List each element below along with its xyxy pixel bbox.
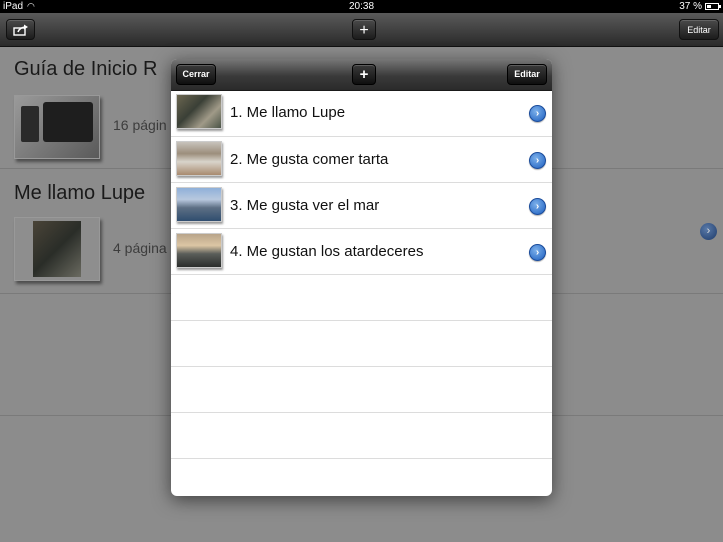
add-book-button[interactable]: + [352, 19, 376, 40]
book-title: Guía de Inicio R [14, 58, 158, 80]
empty-row [171, 321, 552, 367]
close-button[interactable]: Cerrar [176, 64, 216, 85]
page-count: 4 página [113, 240, 167, 256]
empty-row [171, 275, 552, 321]
clock: 20:38 [348, 1, 375, 12]
edit-pages-button[interactable]: Editar [507, 64, 547, 85]
page-count: 16 págin [113, 117, 167, 133]
page-title: 2. Me gusta comer tarta [230, 151, 389, 168]
page-thumbnail [176, 94, 222, 129]
disclosure-icon[interactable]: › [700, 223, 717, 240]
battery-percent: 37 % [679, 1, 702, 12]
disclosure-icon[interactable]: › [529, 105, 546, 122]
page-title: 3. Me gusta ver el mar [230, 197, 380, 214]
popover-toolbar: Cerrar + Editar [171, 59, 552, 91]
page-thumbnail [176, 187, 222, 222]
book-title: Me llamo Lupe [14, 182, 146, 204]
page-row[interactable]: 4. Me gustan los atardeceres › [171, 229, 552, 275]
page-row[interactable]: 1. Me llamo Lupe › [171, 90, 552, 137]
pages-popover: Cerrar + Editar 1. Me llamo Lupe › 2. Me… [171, 59, 552, 496]
pages-list: 1. Me llamo Lupe › 2. Me gusta comer tar… [171, 90, 552, 459]
disclosure-icon[interactable]: › [529, 152, 546, 169]
edit-button[interactable]: Editar [679, 19, 719, 40]
page-title: 1. Me llamo Lupe [230, 104, 346, 121]
disclosure-icon[interactable]: › [529, 244, 546, 261]
page-thumbnail [176, 141, 222, 176]
top-toolbar: + Editar [0, 13, 723, 47]
share-icon [12, 24, 28, 36]
page-row[interactable]: 2. Me gusta comer tarta › [171, 137, 552, 183]
add-page-button[interactable]: + [352, 64, 376, 85]
status-bar: iPad ◠ 20:38 37 % [0, 0, 723, 13]
battery-icon [705, 3, 721, 10]
page-thumbnail [176, 233, 222, 268]
page-title: 4. Me gustan los atardeceres [230, 243, 424, 260]
share-button[interactable] [6, 19, 35, 40]
empty-row [171, 413, 552, 459]
empty-row [171, 367, 552, 413]
book-thumbnail [14, 95, 100, 159]
page-row[interactable]: 3. Me gusta ver el mar › [171, 183, 552, 229]
book-thumbnail [14, 217, 100, 281]
disclosure-icon[interactable]: › [529, 198, 546, 215]
